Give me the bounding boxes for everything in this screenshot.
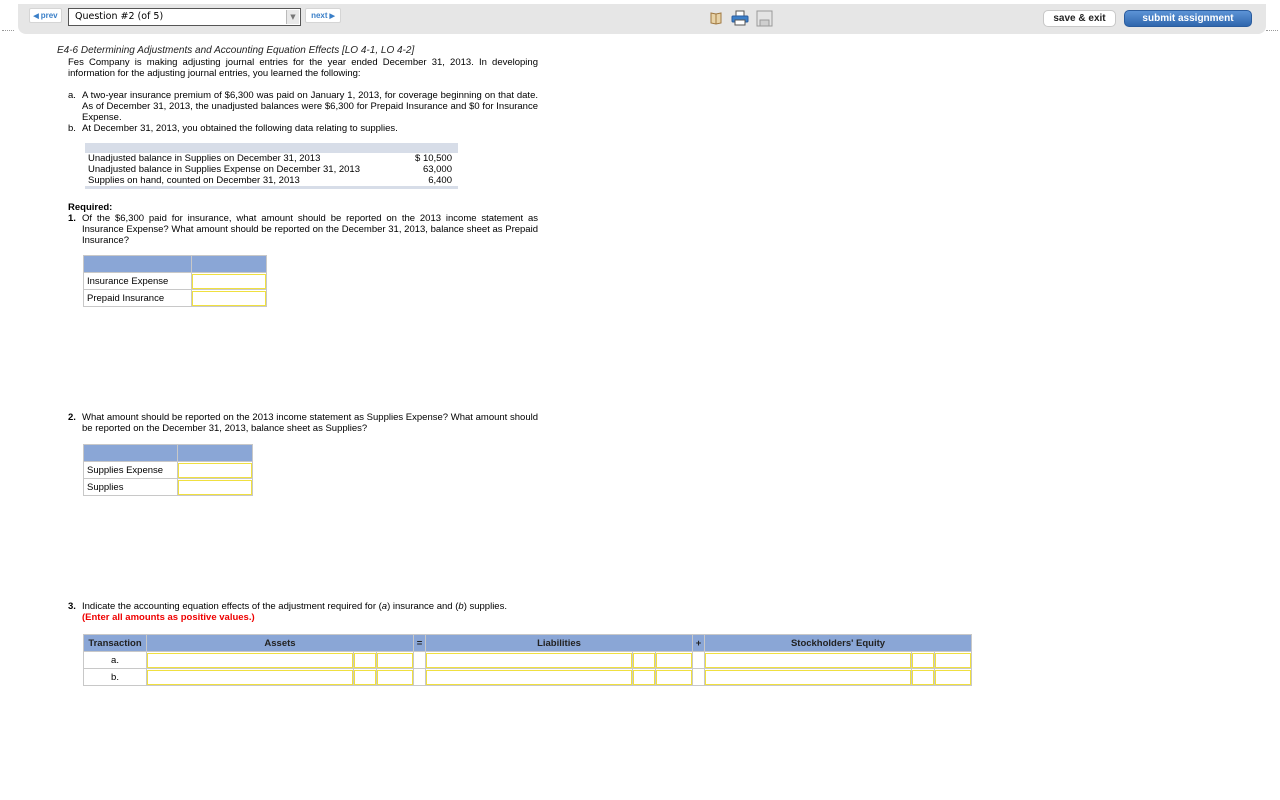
accounting-equation-table: Transaction Assets = Liabilities + Stock… <box>83 634 972 686</box>
liabilities-amount-a-input[interactable] <box>656 652 692 668</box>
q2-answer-table: Supplies Expense Supplies <box>83 444 253 496</box>
header-equity: Stockholders' Equity <box>704 634 972 652</box>
question-1: 1. Of the $6,300 paid for insurance, wha… <box>68 213 538 246</box>
equity-amount-b-input[interactable] <box>935 669 971 685</box>
liabilities-sign-a-input[interactable] <box>633 652 655 668</box>
table-row: Supplies Expense <box>83 461 253 479</box>
equity-sign-b-input[interactable] <box>912 669 934 685</box>
header-equals: = <box>413 634 426 652</box>
assets-account-b-input[interactable] <box>147 669 353 685</box>
instruction-note: (Enter all amounts as positive values.) <box>82 612 255 623</box>
question-3: 3. Indicate the accounting equation effe… <box>68 601 507 623</box>
assets-sign-b-input[interactable] <box>354 669 376 685</box>
table-row: a. <box>83 651 972 669</box>
table-row: Supplies on hand, counted on December 31… <box>88 175 452 186</box>
liabilities-sign-b-input[interactable] <box>633 669 655 685</box>
question-select[interactable]: Question #2 (of 5) ▼ <box>68 8 301 26</box>
assets-amount-b-input[interactable] <box>377 669 413 685</box>
assets-account-a-input[interactable] <box>147 652 353 668</box>
equity-sign-a-input[interactable] <box>912 652 934 668</box>
table-row: Insurance Expense <box>83 272 267 290</box>
insurance-expense-input[interactable] <box>192 273 266 289</box>
divider <box>1266 30 1278 31</box>
prev-button[interactable]: ◀ prev <box>29 8 62 23</box>
header-assets: Assets <box>146 634 414 652</box>
supplies-expense-input[interactable] <box>178 462 252 478</box>
problem-title: E4-6 Determining Adjustments and Account… <box>57 45 415 56</box>
header-plus: + <box>692 634 705 652</box>
save-disk-icon[interactable] <box>755 9 773 27</box>
header-transaction: Transaction <box>83 634 147 652</box>
question-2: 2. What amount should be reported on the… <box>68 412 538 434</box>
table-row: Supplies <box>83 478 253 496</box>
reference-book-icon[interactable] <box>707 9 725 27</box>
triangle-left-icon: ◀ <box>33 12 39 20</box>
required-heading: Required: <box>68 202 113 213</box>
print-icon[interactable] <box>731 9 749 27</box>
q1-answer-table: Insurance Expense Prepaid Insurance <box>83 255 267 307</box>
divider <box>2 30 14 31</box>
assets-amount-a-input[interactable] <box>377 652 413 668</box>
problem-intro: Fes Company is making adjusting journal … <box>68 57 538 79</box>
supplies-data-table: Unadjusted balance in Supplies on Decemb… <box>85 143 458 189</box>
equity-amount-a-input[interactable] <box>935 652 971 668</box>
prepaid-insurance-input[interactable] <box>192 290 266 306</box>
save-exit-button[interactable]: save & exit <box>1043 10 1116 27</box>
table-row: b. <box>83 668 972 686</box>
problem-item-b: b. At December 31, 2013, you obtained th… <box>68 123 398 134</box>
assets-sign-a-input[interactable] <box>354 652 376 668</box>
equity-account-b-input[interactable] <box>705 669 911 685</box>
header-liabilities: Liabilities <box>425 634 693 652</box>
supplies-input[interactable] <box>178 479 252 495</box>
dropdown-arrow-icon[interactable]: ▼ <box>286 10 299 24</box>
liabilities-account-b-input[interactable] <box>426 669 632 685</box>
liabilities-account-a-input[interactable] <box>426 652 632 668</box>
table-row: Unadjusted balance in Supplies on Decemb… <box>88 153 452 164</box>
equity-account-a-input[interactable] <box>705 652 911 668</box>
submit-assignment-button[interactable]: submit assignment <box>1124 10 1252 27</box>
triangle-right-icon: ▶ <box>329 12 335 20</box>
liabilities-amount-b-input[interactable] <box>656 669 692 685</box>
table-row: Unadjusted balance in Supplies Expense o… <box>88 164 452 175</box>
problem-item-a: a. A two-year insurance premium of $6,30… <box>68 90 538 123</box>
next-button[interactable]: next ▶ <box>305 8 341 23</box>
table-row: Prepaid Insurance <box>83 289 267 307</box>
